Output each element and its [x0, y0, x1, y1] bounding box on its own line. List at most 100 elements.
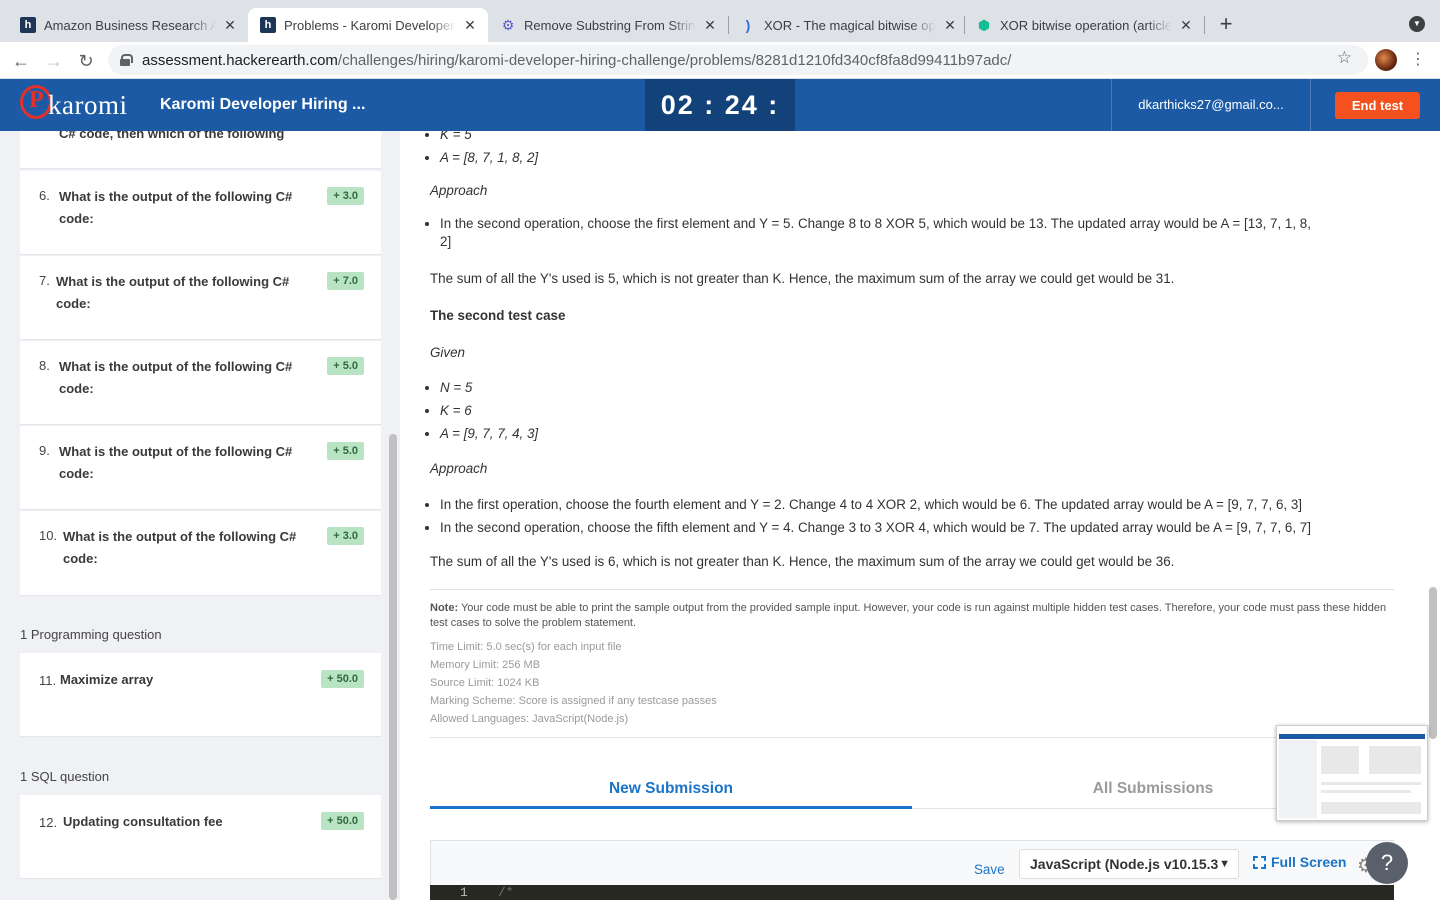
- question-item[interactable]: 7. What is the output of the following C…: [20, 256, 381, 340]
- time-limit: Time Limit: 5.0 sec(s) for each input fi…: [430, 641, 622, 653]
- question-item[interactable]: 10. What is the output of the following …: [20, 511, 381, 596]
- list-item: In the second operation, choose the fift…: [440, 516, 1400, 539]
- browser-tab-bar: h Amazon Business Research An ✕ h Proble…: [0, 0, 1440, 42]
- browser-tab-active[interactable]: h Problems - Karomi Developer H ✕: [248, 8, 488, 42]
- question-number: 12.: [39, 815, 58, 830]
- allowed-languages: Allowed Languages: JavaScript(Node.js): [430, 713, 629, 725]
- browser-tab[interactable]: ⬢ XOR bitwise operation (article) ✕: [964, 8, 1204, 42]
- list-item: K = 6: [440, 399, 538, 422]
- question-item[interactable]: 9. What is the output of the following C…: [20, 426, 381, 510]
- summary-text: The sum of all the Y's used is 5, which …: [430, 271, 1175, 286]
- question-number: 10.: [39, 528, 58, 543]
- lock-icon: [120, 54, 133, 66]
- profile-avatar[interactable]: [1375, 49, 1397, 71]
- tab-title: Remove Substring From String: [524, 17, 696, 33]
- list-item: A = [9, 7, 7, 4, 3]: [440, 422, 538, 445]
- hackerearth-icon: h: [260, 17, 276, 33]
- list-item: In the second operation, choose the firs…: [440, 215, 1390, 251]
- karomi-logo: karomi: [20, 85, 127, 125]
- preview-block: [1321, 790, 1411, 793]
- question-text: What is the output of the following C# c…: [59, 359, 293, 396]
- back-arrow-icon[interactable]: ←: [10, 50, 32, 72]
- question-item[interactable]: 11. Maximize array + 50.0: [20, 653, 381, 737]
- score-badge: + 50.0: [321, 812, 364, 830]
- close-icon[interactable]: ✕: [1178, 17, 1194, 34]
- question-item[interactable]: 6. What is the output of the following C…: [20, 171, 381, 255]
- section-title-programming: 1 Programming question: [20, 627, 162, 642]
- list-item: In the first operation, choose the fourt…: [440, 493, 1400, 516]
- forward-arrow-icon[interactable]: →: [43, 50, 65, 72]
- hackerearth-icon: h: [20, 17, 36, 33]
- fullscreen-label: Full Screen: [1271, 854, 1347, 870]
- question-number: 11.: [39, 673, 57, 688]
- question-number: 7.: [39, 273, 50, 288]
- save-button[interactable]: Save: [974, 862, 1005, 877]
- sidebar-scrollbar[interactable]: [389, 434, 397, 900]
- question-item[interactable]: C# code, then which of the following: [20, 131, 381, 169]
- question-number: 9.: [39, 443, 50, 458]
- screen-share-preview[interactable]: [1276, 725, 1428, 821]
- preview-block: [1321, 746, 1359, 774]
- xor-icon: ): [745, 17, 751, 33]
- question-text: What is the output of the following C# c…: [56, 274, 290, 311]
- given-label: Given: [430, 345, 465, 360]
- header-divider: [1310, 79, 1311, 131]
- question-text: What is the output of the following C# c…: [63, 529, 297, 566]
- list-item: A = [8, 7, 1, 8, 2]: [440, 146, 538, 169]
- question-text: Maximize array: [60, 672, 154, 687]
- khan-academy-icon: ⬢: [977, 16, 991, 33]
- language-select[interactable]: JavaScript (Node.js v10.15.3 ▼: [1019, 849, 1239, 879]
- language-value: JavaScript (Node.js v10.15.3: [1030, 856, 1219, 872]
- url-path: /challenges/hiring/karomi-developer-hiri…: [337, 51, 1012, 69]
- question-sidebar: C# code, then which of the following 6. …: [0, 131, 400, 900]
- list-item: N = 5: [440, 376, 538, 399]
- score-badge: + 3.0: [327, 187, 364, 205]
- divider: [430, 737, 1394, 738]
- preview-sidebar: [1279, 740, 1317, 818]
- tab-title: XOR bitwise operation (article): [1000, 17, 1172, 33]
- new-tab-button[interactable]: +: [1214, 12, 1238, 36]
- tab-new-submission[interactable]: New Submission: [430, 771, 912, 809]
- question-text: C# code, then which of the following: [59, 131, 285, 141]
- browser-tab[interactable]: ⚙ Remove Substring From String ✕: [488, 8, 728, 42]
- line-number: 1: [460, 885, 468, 900]
- question-text: What is the output of the following C# c…: [59, 189, 293, 226]
- tab-title: Problems - Karomi Developer H: [284, 17, 456, 33]
- preview-header: [1279, 734, 1425, 739]
- close-icon[interactable]: ✕: [222, 17, 238, 34]
- browser-tab[interactable]: ) XOR - The magical bitwise ope ✕: [728, 8, 968, 42]
- tab-title: Amazon Business Research An: [44, 17, 216, 33]
- app-header: karomi Karomi Developer Hiring ... 02 : …: [0, 79, 1440, 172]
- challenge-title: Karomi Developer Hiring ...: [160, 96, 366, 113]
- fullscreen-button[interactable]: Full Screen: [1253, 854, 1346, 870]
- preview-block: [1321, 802, 1421, 814]
- countdown-timer: 02 : 24 : 22: [645, 79, 795, 172]
- tab-search-icon[interactable]: ▼: [1409, 16, 1425, 32]
- tab-title: XOR - The magical bitwise ope: [764, 17, 936, 33]
- user-email[interactable]: dkarthicks27@gmail.co...: [1112, 97, 1310, 112]
- question-item[interactable]: 12. Updating consultation fee + 50.0: [20, 795, 381, 879]
- browser-tab[interactable]: h Amazon Business Research An ✕: [8, 8, 248, 42]
- summary-text: The sum of all the Y's used is 6, which …: [430, 554, 1175, 569]
- page-scrollbar[interactable]: [1429, 587, 1437, 739]
- close-icon[interactable]: ✕: [942, 17, 958, 34]
- question-number: 8.: [39, 358, 50, 373]
- close-icon[interactable]: ✕: [702, 17, 718, 34]
- question-item[interactable]: 8. What is the output of the following C…: [20, 341, 381, 425]
- tab-separator: [1204, 16, 1205, 34]
- browser-menu-icon[interactable]: ⋮: [1410, 50, 1426, 70]
- given-list: N = 5 K = 6 A = [9, 7, 7, 4, 3]: [440, 376, 538, 445]
- divider: [430, 589, 1394, 590]
- score-badge: + 5.0: [327, 357, 364, 375]
- reload-icon[interactable]: ↻: [75, 50, 97, 72]
- preview-block: [1369, 746, 1421, 774]
- approach-label: Approach: [430, 461, 488, 476]
- end-test-button[interactable]: End test: [1335, 92, 1420, 119]
- url-host: assessment.hackerearth.com: [142, 51, 338, 69]
- code-editor[interactable]: 1 /*: [430, 885, 1394, 900]
- help-icon[interactable]: ?: [1366, 842, 1408, 884]
- browser-toolbar: ← → ↻ assessment.hackerearth.com/challen…: [0, 42, 1440, 79]
- address-bar[interactable]: assessment.hackerearth.com/challenges/hi…: [108, 45, 1368, 75]
- bookmark-star-icon[interactable]: ☆: [1337, 48, 1352, 68]
- close-icon[interactable]: ✕: [462, 17, 478, 34]
